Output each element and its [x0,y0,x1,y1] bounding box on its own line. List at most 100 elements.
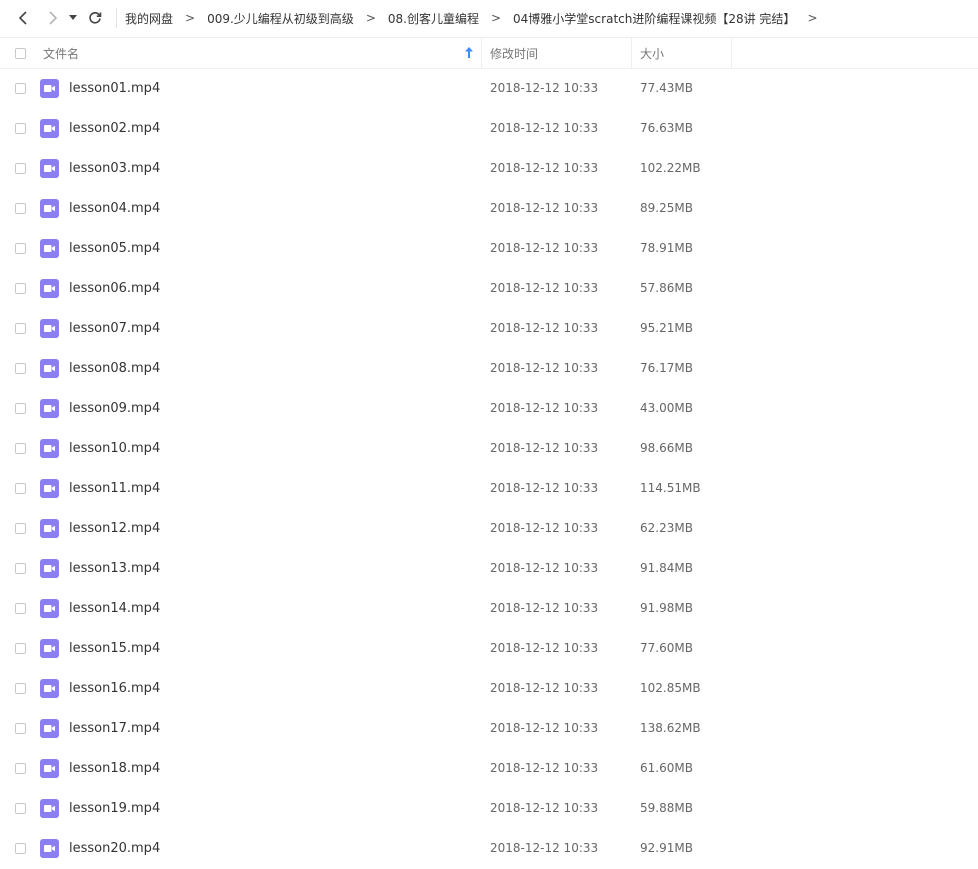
row-checkbox[interactable] [15,628,26,668]
file-name[interactable]: lesson03.mp4 [69,148,160,188]
file-row[interactable]: lesson16.mp4 2018-12-12 10:33 102.85MB [0,668,978,708]
column-header-modified[interactable]: 修改时间 [490,38,538,68]
file-row[interactable]: lesson08.mp4 2018-12-12 10:33 76.17MB [0,348,978,388]
file-name[interactable]: lesson02.mp4 [69,108,160,148]
history-dropdown-button[interactable] [66,6,80,30]
row-checkbox[interactable] [15,548,26,588]
file-name[interactable]: lesson13.mp4 [69,548,160,588]
row-checkbox[interactable] [15,748,26,788]
file-name[interactable]: lesson08.mp4 [69,348,160,388]
file-row[interactable]: lesson03.mp4 2018-12-12 10:33 102.22MB [0,148,978,188]
file-name[interactable]: lesson04.mp4 [69,188,160,228]
checkbox-box[interactable] [15,522,26,534]
file-row[interactable]: lesson04.mp4 2018-12-12 10:33 89.25MB [0,188,978,228]
sort-ascending-icon[interactable] [465,47,473,61]
row-checkbox[interactable] [15,508,26,548]
file-row[interactable]: lesson11.mp4 2018-12-12 10:33 114.51MB [0,468,978,508]
file-name[interactable]: lesson06.mp4 [69,268,160,308]
row-checkbox[interactable] [15,228,26,268]
file-row[interactable]: lesson02.mp4 2018-12-12 10:33 76.63MB [0,108,978,148]
video-file-icon [40,228,59,268]
row-checkbox[interactable] [15,668,26,708]
checkbox-box[interactable] [15,682,26,694]
checkbox-box[interactable] [15,642,26,654]
checkbox-box[interactable] [15,562,26,574]
checkbox-box[interactable] [15,802,26,814]
file-name[interactable]: lesson09.mp4 [69,388,160,428]
file-name[interactable]: lesson12.mp4 [69,508,160,548]
checkbox-box[interactable] [15,602,26,614]
breadcrumb-item[interactable]: 我的网盘 [125,10,173,27]
checkbox-box[interactable] [15,322,26,334]
refresh-button[interactable] [84,6,106,30]
file-name[interactable]: lesson01.mp4 [69,68,160,108]
file-row[interactable]: lesson06.mp4 2018-12-12 10:33 57.86MB [0,268,978,308]
file-name[interactable]: lesson16.mp4 [69,668,160,708]
file-name[interactable]: lesson05.mp4 [69,228,160,268]
checkbox-box[interactable] [15,402,26,414]
row-checkbox[interactable] [15,188,26,228]
row-checkbox[interactable] [15,428,26,468]
checkbox-box[interactable] [15,47,26,59]
forward-button[interactable] [42,6,64,30]
row-checkbox[interactable] [15,148,26,188]
row-checkbox[interactable] [15,308,26,348]
checkbox-box[interactable] [15,162,26,174]
file-row[interactable]: lesson05.mp4 2018-12-12 10:33 78.91MB [0,228,978,268]
file-row[interactable]: lesson12.mp4 2018-12-12 10:33 62.23MB [0,508,978,548]
column-divider[interactable] [631,38,632,68]
back-button[interactable] [12,6,34,30]
file-name[interactable]: lesson10.mp4 [69,428,160,468]
checkbox-box[interactable] [15,442,26,454]
row-checkbox[interactable] [15,588,26,628]
file-name[interactable]: lesson18.mp4 [69,748,160,788]
checkbox-box[interactable] [15,202,26,214]
column-divider[interactable] [481,38,482,68]
file-row[interactable]: lesson14.mp4 2018-12-12 10:33 91.98MB [0,588,978,628]
file-name[interactable]: lesson07.mp4 [69,308,160,348]
file-name[interactable]: lesson17.mp4 [69,708,160,748]
row-checkbox[interactable] [15,68,26,108]
column-header-name[interactable]: 文件名 [43,38,481,68]
file-name[interactable]: lesson14.mp4 [69,588,160,628]
column-divider[interactable] [731,38,732,68]
checkbox-box[interactable] [15,82,26,94]
row-checkbox[interactable] [15,108,26,148]
file-row[interactable]: lesson19.mp4 2018-12-12 10:33 59.88MB [0,788,978,828]
file-row[interactable]: lesson07.mp4 2018-12-12 10:33 95.21MB [0,308,978,348]
row-checkbox[interactable] [15,268,26,308]
file-name[interactable]: lesson11.mp4 [69,468,160,508]
row-checkbox[interactable] [15,708,26,748]
checkbox-box[interactable] [15,762,26,774]
select-all-checkbox[interactable] [15,38,26,68]
breadcrumb-more-button[interactable]: > [807,11,817,25]
file-row[interactable]: lesson17.mp4 2018-12-12 10:33 138.62MB [0,708,978,748]
file-size: 77.60MB [640,641,693,655]
file-row[interactable]: lesson10.mp4 2018-12-12 10:33 98.66MB [0,428,978,468]
row-checkbox[interactable] [15,468,26,508]
checkbox-box[interactable] [15,482,26,494]
checkbox-box[interactable] [15,122,26,134]
file-name[interactable]: lesson19.mp4 [69,788,160,828]
row-checkbox[interactable] [15,348,26,388]
file-row[interactable]: lesson01.mp4 2018-12-12 10:33 77.43MB [0,68,978,108]
file-row[interactable]: lesson13.mp4 2018-12-12 10:33 91.84MB [0,548,978,588]
column-header-size[interactable]: 大小 [640,38,664,68]
file-name[interactable]: lesson15.mp4 [69,628,160,668]
file-row[interactable]: lesson18.mp4 2018-12-12 10:33 61.60MB [0,748,978,788]
file-name[interactable]: lesson20.mp4 [69,828,160,868]
checkbox-box[interactable] [15,722,26,734]
checkbox-box[interactable] [15,242,26,254]
checkbox-box[interactable] [15,362,26,374]
file-row[interactable]: lesson20.mp4 2018-12-12 10:33 92.91MB [0,828,978,868]
breadcrumb-item[interactable]: 009.少儿编程从初级到高级 [207,10,354,27]
file-row[interactable]: lesson15.mp4 2018-12-12 10:33 77.60MB [0,628,978,668]
breadcrumb-item[interactable]: 04博雅小学堂scratch进阶编程课视频【28讲 完结】 [513,10,795,27]
row-checkbox[interactable] [15,828,26,868]
file-row[interactable]: lesson09.mp4 2018-12-12 10:33 43.00MB [0,388,978,428]
checkbox-box[interactable] [15,282,26,294]
checkbox-box[interactable] [15,842,26,854]
breadcrumb-item[interactable]: 08.创客儿童编程 [388,10,479,27]
row-checkbox[interactable] [15,388,26,428]
row-checkbox[interactable] [15,788,26,828]
